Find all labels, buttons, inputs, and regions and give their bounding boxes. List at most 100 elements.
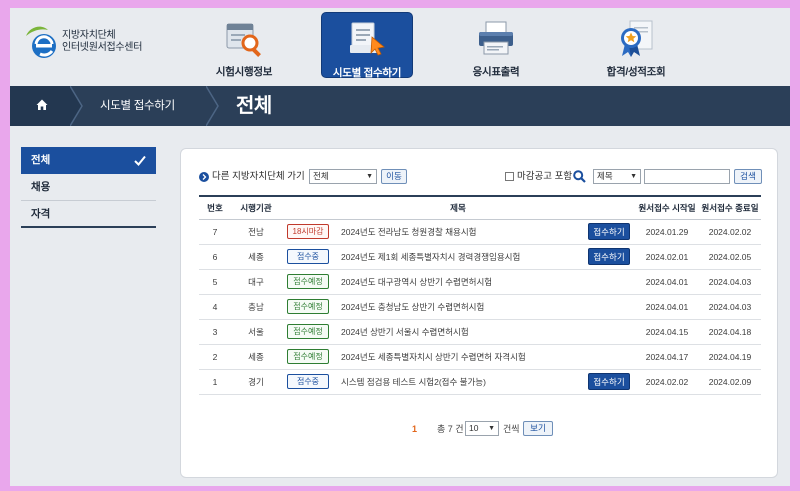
- region-select[interactable]: 전체 ▼: [309, 169, 377, 184]
- document-pointer-icon: [350, 22, 385, 56]
- table-row: 7 전남 18시마감 2024년도 전라남도 청원경찰 채용시험 접수하기 2024.01…: [199, 219, 761, 244]
- row-number: 3: [212, 326, 218, 337]
- toolbar: 다른 지방자치단체 가기 전체 ▼ 이동 마감공고 포함 제목 ▼ 검색: [199, 169, 762, 185]
- chevron-down-icon: ▼: [366, 173, 373, 180]
- row-organization: 세종: [248, 251, 264, 262]
- page-frame: 지방자치단체 인터넷원서접수센터 시험시행정보 시도별 접수하기 응시표출력 합…: [10, 8, 790, 486]
- status-badge: 접수중: [287, 249, 329, 264]
- nav-result-lookup-label: 합격/성적조회: [606, 66, 666, 78]
- row-start-date: 2024.04.15: [645, 326, 689, 337]
- home-icon: [36, 99, 48, 110]
- col-header-end-date: 원서접수 종료일: [701, 202, 759, 213]
- chevron-down-icon: ▼: [630, 173, 637, 180]
- row-status-cell: 접수중: [281, 369, 335, 394]
- row-number: 4: [212, 301, 218, 312]
- include-closed-label: 마감공고 포함: [517, 171, 573, 182]
- sidebar-item-label: 전체: [31, 154, 51, 166]
- site-logo[interactable]: 지방자치단체 인터넷원서접수센터: [22, 22, 182, 62]
- row-status-cell: 접수예정: [281, 319, 335, 344]
- nav-print-admission-label: 응시표출력: [472, 66, 520, 78]
- search-field-select[interactable]: 제목 ▼: [593, 169, 641, 184]
- search-input[interactable]: [644, 169, 730, 184]
- row-title[interactable]: 2024년도 제1회 세종특별자치시 경력경쟁임용시험: [335, 244, 583, 269]
- row-end-date: 2024.04.03: [708, 276, 752, 287]
- sidebar-item-recruit[interactable]: 채용: [21, 174, 156, 201]
- row-apply-cell: [583, 344, 635, 369]
- row-organization: 서울: [248, 326, 264, 337]
- page-size-select[interactable]: 10 ▼: [465, 421, 499, 436]
- row-apply-cell: [583, 294, 635, 319]
- row-title[interactable]: 2024년 상반기 서울시 수렵면허시험: [335, 319, 583, 344]
- apply-button[interactable]: 접수하기: [588, 223, 630, 240]
- row-organization: 세종: [248, 351, 264, 362]
- row-title[interactable]: 2024년도 세종특별자치시 상반기 수렵면허 자격시험: [335, 344, 583, 369]
- row-end-date: 2024.04.19: [708, 351, 752, 362]
- row-start-date: 2024.01.29: [645, 226, 689, 237]
- region-select-value: 전체: [313, 171, 329, 181]
- row-title[interactable]: 시스템 점검용 테스트 시험2(접수 불가능): [335, 369, 583, 394]
- search-field-value: 제목: [597, 171, 613, 181]
- award-certificate-icon: [621, 20, 653, 57]
- status-badge: 접수예정: [287, 349, 329, 364]
- row-end-date: 2024.04.18: [708, 326, 752, 337]
- apply-button[interactable]: 접수하기: [588, 248, 630, 265]
- col-header-organization: 시행기관: [240, 202, 272, 213]
- row-start-date: 2024.02.02: [645, 376, 689, 387]
- breadcrumb-separator: [70, 86, 83, 126]
- row-number: 6: [212, 251, 218, 262]
- row-number: 2: [212, 351, 218, 362]
- nav-exam-info[interactable]: 시험시행정보: [198, 12, 290, 78]
- row-number: 7: [212, 226, 218, 237]
- chevron-down-icon: ▼: [488, 425, 495, 432]
- row-title[interactable]: 2024년도 대구광역시 상반기 수렵면허시험: [335, 269, 583, 294]
- include-closed-checkbox[interactable]: [505, 172, 514, 181]
- table-row: 5 대구 접수예정 2024년도 대구광역시 상반기 수렵면허시험 2024.04.01…: [199, 269, 761, 294]
- status-badge: 접수예정: [287, 274, 329, 289]
- status-badge: 접수예정: [287, 299, 329, 314]
- row-status-cell: 18시마감: [281, 219, 335, 244]
- page-size-value: 10: [469, 423, 479, 433]
- col-header-start-date: 원서접수 시작일: [638, 202, 696, 213]
- magnifier-document-icon: [226, 23, 261, 57]
- nav-exam-info-label: 시험시행정보: [215, 66, 273, 78]
- row-title[interactable]: 2024년도 전라남도 청원경찰 채용시험: [335, 219, 583, 244]
- nav-result-lookup[interactable]: 합격/성적조회: [590, 12, 682, 78]
- sidebar-item-all[interactable]: 전체: [21, 147, 156, 174]
- page-title: 전체: [236, 95, 272, 117]
- header: 지방자치단체 인터넷원서접수센터 시험시행정보 시도별 접수하기 응시표출력 합…: [10, 8, 790, 86]
- status-badge: 18시마감: [287, 224, 329, 239]
- breadcrumb-separator: [206, 86, 219, 126]
- sidebar: 전체 채용 자격: [21, 147, 156, 228]
- nav-print-admission[interactable]: 응시표출력: [450, 12, 542, 78]
- nav-apply-by-region[interactable]: 시도별 접수하기: [321, 12, 413, 79]
- row-status-cell: 접수예정: [281, 294, 335, 319]
- breadcrumb-item[interactable]: 시도별 접수하기: [100, 86, 175, 126]
- per-page-label: 건씩: [503, 424, 520, 434]
- sidebar-item-label: 자격: [31, 208, 51, 220]
- home-button[interactable]: [10, 86, 70, 126]
- row-organization: 전남: [248, 226, 264, 237]
- sidebar-item-license[interactable]: 자격: [21, 201, 156, 228]
- exam-table: 번호 시행기관 제목 원서접수 시작일 원서접수 종료일 7 전남 18시마감 202…: [199, 195, 761, 395]
- search-button[interactable]: 검색: [734, 169, 762, 184]
- printer-icon: [479, 21, 513, 55]
- apply-button[interactable]: 접수하기: [588, 373, 630, 390]
- row-status-cell: 접수예정: [281, 344, 335, 369]
- content-panel: 다른 지방자치단체 가기 전체 ▼ 이동 마감공고 포함 제목 ▼ 검색 번호 …: [180, 148, 778, 478]
- move-button[interactable]: 이동: [381, 169, 407, 184]
- logo-e-icon: [26, 26, 56, 58]
- row-end-date: 2024.02.05: [708, 251, 752, 262]
- row-organization: 충남: [248, 301, 264, 312]
- sidebar-item-label: 채용: [31, 181, 51, 193]
- row-end-date: 2024.02.09: [708, 376, 752, 387]
- current-page[interactable]: 1: [412, 421, 417, 437]
- logo-line1: 지방자치단체: [62, 30, 116, 41]
- row-title[interactable]: 2024년도 충청남도 상반기 수렵면허시험: [335, 294, 583, 319]
- row-organization: 경기: [248, 376, 264, 387]
- check-icon: [134, 155, 146, 166]
- title-bar: 시도별 접수하기 전체: [10, 86, 790, 126]
- nav-apply-by-region-label: 시도별 접수하기: [332, 67, 402, 79]
- view-button[interactable]: 보기: [523, 421, 553, 436]
- row-start-date: 2024.04.01: [645, 276, 689, 287]
- row-start-date: 2024.04.17: [645, 351, 689, 362]
